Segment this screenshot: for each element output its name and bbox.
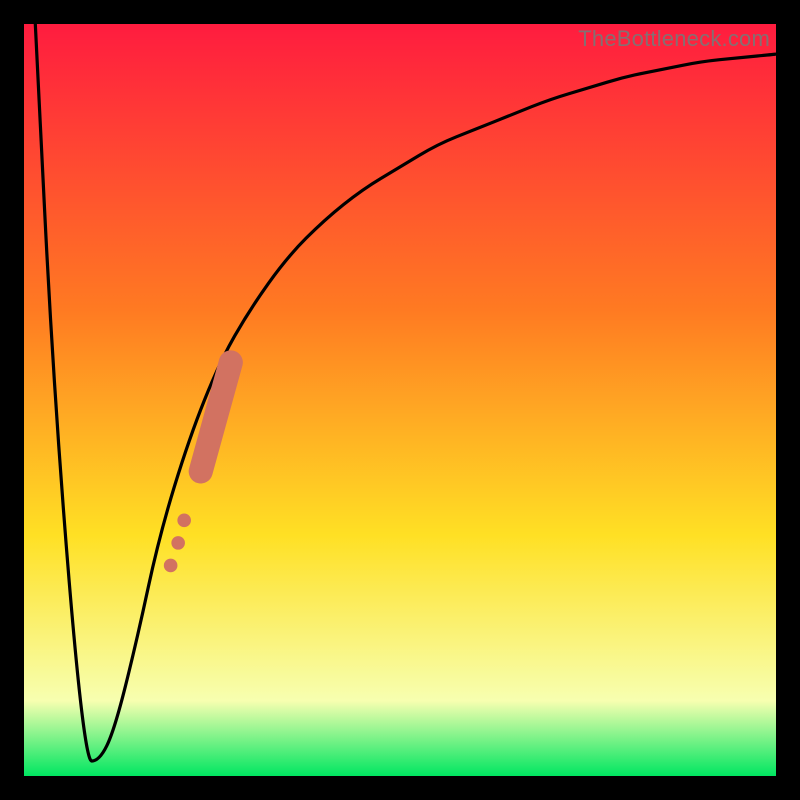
marker-dot xyxy=(177,514,191,528)
chart-frame: TheBottleneck.com xyxy=(0,0,800,800)
marker-dot xyxy=(164,559,178,573)
marker-dot xyxy=(171,536,185,550)
chart-svg xyxy=(24,24,776,776)
plot-area: TheBottleneck.com xyxy=(24,24,776,776)
gradient-background xyxy=(24,24,776,776)
watermark-text: TheBottleneck.com xyxy=(578,26,770,52)
